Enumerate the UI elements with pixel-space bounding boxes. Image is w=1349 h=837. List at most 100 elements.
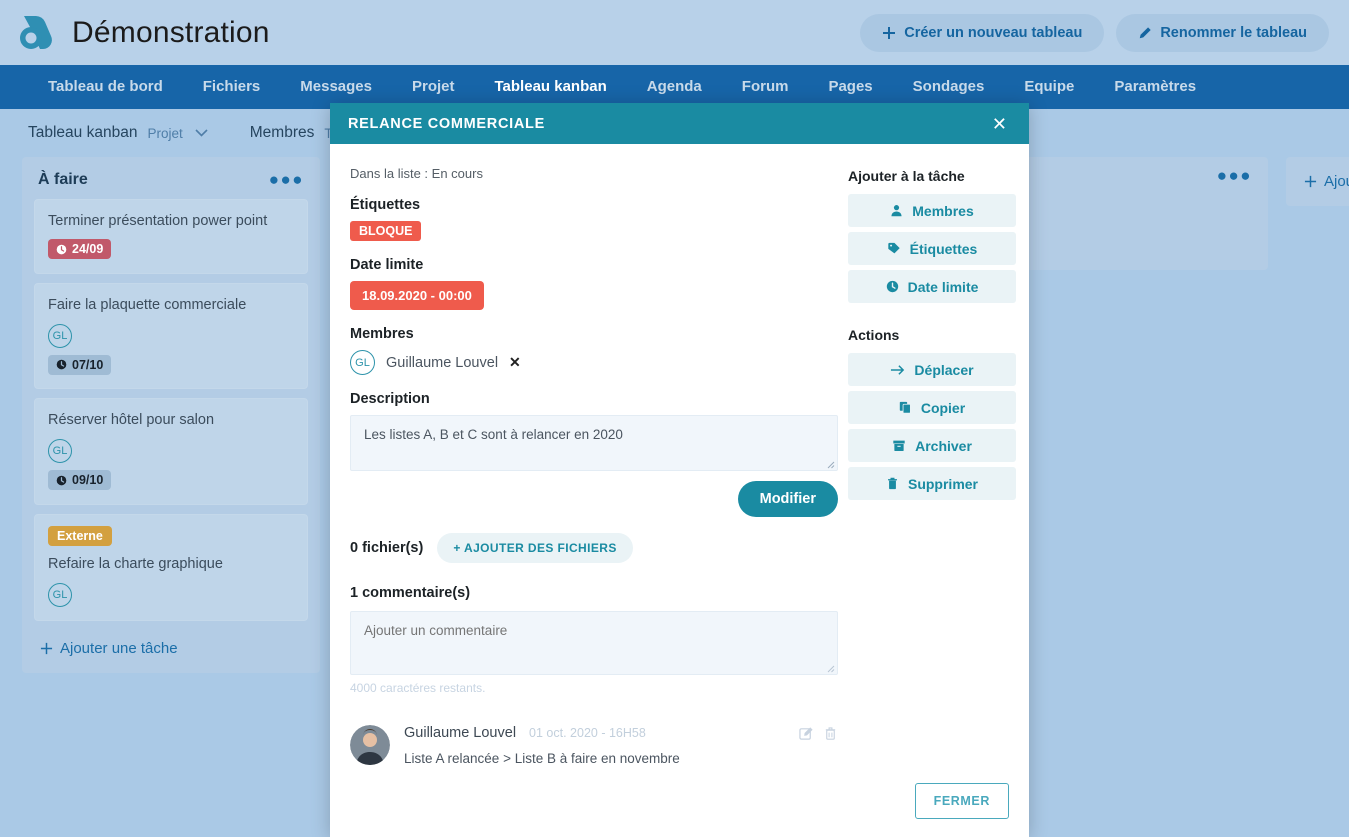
nav-item-dashboard[interactable]: Tableau de bord	[28, 65, 183, 109]
add-column-button[interactable]: Ajouter u	[1286, 157, 1349, 206]
sidebar-add-members-label: Membres	[912, 202, 974, 219]
tag-icon	[887, 242, 901, 255]
description-wrap	[350, 415, 838, 471]
more-dots-icon[interactable]: ●●●	[269, 171, 304, 188]
avatar	[350, 725, 390, 765]
sidebar-copy-button[interactable]: Copier	[848, 391, 1016, 424]
card-due-label: 09/10	[72, 473, 104, 487]
files-count: 0 fichier(s)	[350, 540, 424, 556]
archive-icon	[892, 439, 906, 452]
sidebar-add-labels-label: Étiquettes	[909, 240, 978, 257]
duedate-heading: Date limite	[350, 257, 424, 273]
person-icon	[890, 204, 903, 217]
more-dots-icon[interactable]: ●●●	[1217, 167, 1252, 184]
close-icon[interactable]: ✕	[988, 113, 1011, 135]
modal-header: RELANCE COMMERCIALE ✕	[330, 103, 1029, 144]
avatar: GL	[48, 439, 72, 463]
sidebar-add-members-button[interactable]: Membres	[848, 194, 1016, 227]
modal-body: Dans la liste : En cours Étiquettes BLOQ…	[330, 144, 1029, 783]
description-heading: Description	[350, 391, 430, 407]
duedate-section: Date limite 18.09.2020 - 00:00	[350, 257, 838, 310]
plus-icon	[1304, 175, 1317, 188]
add-task-label: Ajouter une tâche	[60, 639, 178, 657]
comment-author: Guillaume Louvel	[404, 725, 517, 741]
modal-footer: FERMER	[330, 783, 1029, 837]
kanban-card[interactable]: Externe Refaire la charte graphique GL	[34, 513, 308, 621]
nav-item-files[interactable]: Fichiers	[183, 65, 281, 109]
remove-member-icon[interactable]: ✕	[509, 354, 521, 371]
avatar: GL	[48, 323, 72, 348]
top-bar: Démonstration Créer un nouveau tableau R…	[0, 0, 1349, 65]
modal-main-content: Dans la liste : En cours Étiquettes BLOQ…	[350, 166, 848, 783]
files-section: 0 fichier(s) + AJOUTER DES FICHIERS	[350, 533, 838, 563]
comment-body: Guillaume Louvel 01 oct. 2020 - 16H58 Li…	[404, 725, 838, 766]
member-row: GL Guillaume Louvel ✕	[350, 350, 838, 375]
add-column-label: Ajouter u	[1324, 173, 1349, 190]
column-title: À faire	[38, 171, 88, 188]
rename-board-button[interactable]: Renommer le tableau	[1116, 13, 1329, 52]
description-input[interactable]	[350, 415, 838, 471]
comment-header: Guillaume Louvel 01 oct. 2020 - 16H58	[404, 725, 838, 741]
card-title: Réserver hôtel pour salon	[48, 412, 215, 428]
card-due-label: 24/09	[72, 242, 104, 256]
sidebar-move-button[interactable]: Déplacer	[848, 353, 1016, 386]
sidebar-add-heading: Ajouter à la tâche	[848, 168, 965, 184]
comment-list-item: Guillaume Louvel 01 oct. 2020 - 16H58 Li…	[350, 725, 838, 766]
duedate-badge[interactable]: 18.09.2020 - 00:00	[350, 281, 484, 310]
create-board-button[interactable]: Créer un nouveau tableau	[860, 13, 1105, 52]
sidebar-delete-label: Supprimer	[907, 475, 978, 492]
comment-input[interactable]	[350, 611, 838, 675]
kanban-column-todo: À faire ●●● Terminer présentation power …	[22, 157, 320, 673]
sidebar-add-labels-button[interactable]: Étiquettes	[848, 232, 1016, 265]
labels-heading: Étiquettes	[350, 197, 421, 213]
kanban-card[interactable]: Réserver hôtel pour salon GL 09/10	[34, 398, 308, 505]
add-files-button[interactable]: + AJOUTER DES FICHIERS	[437, 533, 633, 563]
sidebar-copy-label: Copier	[920, 399, 966, 416]
plus-icon	[882, 26, 896, 40]
comment-text: Liste A relancée > Liste B à faire en no…	[404, 751, 680, 766]
task-detail-modal: RELANCE COMMERCIALE ✕ Dans la liste : En…	[330, 103, 1029, 837]
chevron-down-icon[interactable]	[195, 129, 208, 137]
modify-description-button[interactable]: Modifier	[737, 481, 838, 517]
create-board-label: Créer un nouveau tableau	[904, 24, 1083, 41]
card-tag: Externe	[48, 525, 112, 546]
comment-tools	[799, 726, 838, 741]
members-section: Membres GL Guillaume Louvel ✕	[350, 326, 838, 375]
clock-icon	[886, 280, 899, 293]
comment-date: 01 oct. 2020 - 16H58	[529, 726, 646, 740]
arrow-right-icon	[890, 364, 905, 376]
close-modal-button[interactable]: FERMER	[914, 783, 1009, 819]
edit-icon[interactable]	[799, 726, 814, 741]
logo-icon	[14, 11, 58, 55]
clock-icon	[56, 244, 67, 255]
copy-icon	[899, 401, 912, 414]
status-badge[interactable]: BLOQUE	[350, 221, 422, 241]
comment-wrap	[350, 611, 838, 675]
sidebar-delete-button[interactable]: Supprimer	[848, 467, 1016, 500]
kanban-card[interactable]: Faire la plaquette commerciale GL 07/10	[34, 282, 308, 389]
member-name: Guillaume Louvel	[386, 354, 499, 371]
clock-icon	[56, 475, 67, 486]
add-task-button[interactable]: Ajouter une tâche	[34, 630, 308, 665]
card-title: Faire la plaquette commerciale	[48, 296, 247, 313]
labels-section: Étiquettes BLOQUE	[350, 197, 838, 241]
sidebar-add-duedate-label: Date limite	[907, 278, 979, 295]
sidebar-actions-heading: Actions	[848, 327, 900, 343]
kanban-card[interactable]: Terminer présentation power point 24/09	[34, 199, 308, 274]
card-due-label: 07/10	[72, 357, 104, 372]
card-due-badge: 07/10	[48, 354, 112, 375]
column-header: À faire ●●●	[34, 167, 308, 199]
card-title: Refaire la charte graphique	[48, 555, 223, 572]
pencil-icon	[1138, 26, 1152, 40]
clock-icon	[56, 359, 67, 370]
modal-sidebar: Ajouter à la tâche Membres Étiquettes Da…	[848, 166, 1016, 783]
sidebar-add-duedate-button[interactable]: Date limite	[848, 270, 1016, 303]
trash-icon[interactable]	[823, 726, 838, 741]
page-title: Démonstration	[72, 15, 270, 49]
sidebar-archive-button[interactable]: Archiver	[848, 429, 1016, 462]
modal-title: RELANCE COMMERCIALE	[348, 115, 545, 132]
nav-item-settings[interactable]: Paramètres	[1094, 65, 1216, 109]
top-bar-actions: Créer un nouveau tableau Renommer le tab…	[860, 13, 1335, 52]
sidebar-move-label: Déplacer	[914, 361, 974, 378]
board-filter-project[interactable]: Projet	[147, 126, 182, 141]
